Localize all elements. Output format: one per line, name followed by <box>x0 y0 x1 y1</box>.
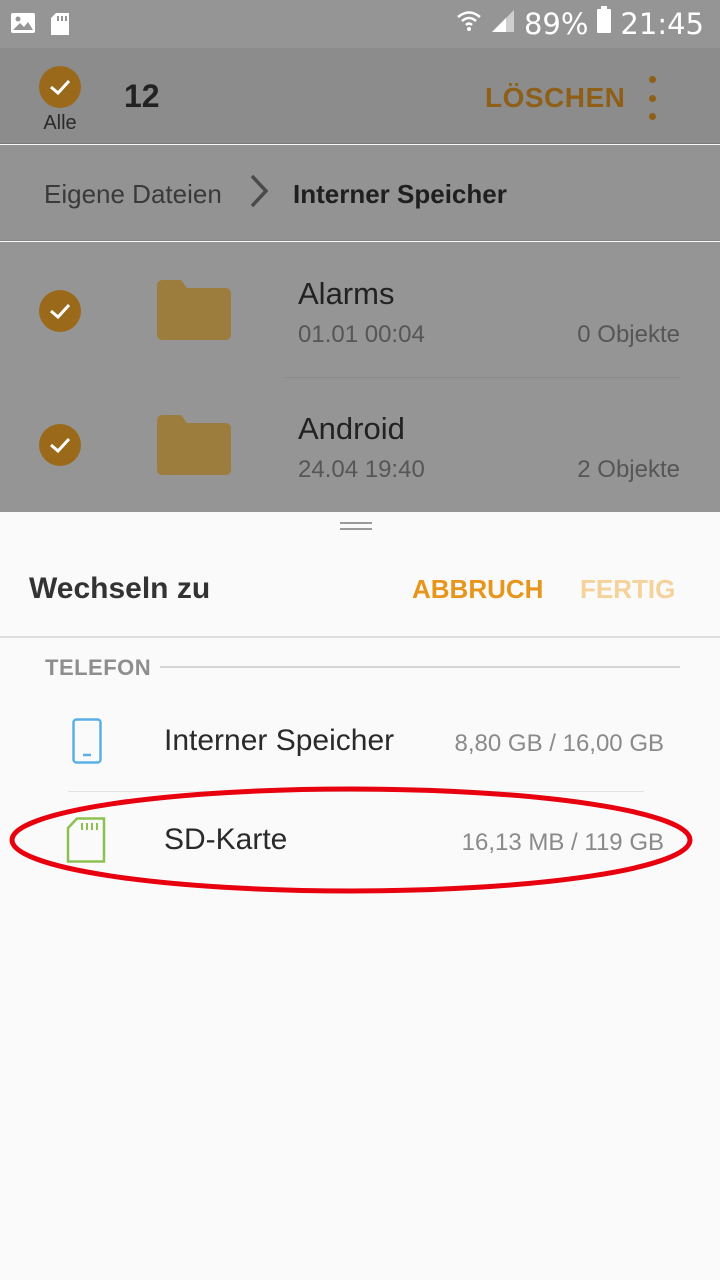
storage-size: 16,13 MB / 119 GB <box>461 829 664 856</box>
select-all-checkbox[interactable]: Alle <box>39 66 81 135</box>
file-name: Android <box>298 411 405 446</box>
section-label-telefon: TELEFON <box>45 655 152 680</box>
file-item-count: 0 Objekte <box>577 321 680 348</box>
done-button[interactable]: FERTIG <box>580 574 675 605</box>
list-item[interactable]: Android 24.04 19:40 2 Objekte <box>0 377 720 511</box>
folder-icon <box>157 280 231 340</box>
selected-count: 12 <box>124 78 160 114</box>
folder-icon <box>157 415 231 475</box>
storage-name: Interner Speicher <box>164 724 395 757</box>
select-all-label: Alle <box>43 112 77 134</box>
breadcrumb: Eigene Dateien Interner Speicher <box>0 145 720 241</box>
breadcrumb-home[interactable]: Eigene Dateien <box>44 179 222 210</box>
signal-icon <box>490 7 516 41</box>
check-icon[interactable] <box>39 290 81 332</box>
check-icon[interactable] <box>39 424 81 466</box>
row-divider <box>68 791 644 792</box>
chevron-right-icon <box>248 173 270 214</box>
file-date: 24.04 19:40 <box>298 456 425 483</box>
storage-item-sd-card[interactable]: SD-Karte 16,13 MB / 119 GB <box>0 793 720 889</box>
switch-storage-sheet: Wechseln zu ABBRUCH FERTIG TELEFON Inter… <box>0 512 720 1280</box>
breadcrumb-current: Interner Speicher <box>293 179 507 209</box>
battery-icon <box>596 6 612 41</box>
divider <box>0 636 720 638</box>
file-date: 01.01 00:04 <box>298 321 425 348</box>
status-bar: 89% 21:45 <box>0 0 720 48</box>
wifi-icon <box>456 7 482 41</box>
file-item-count: 2 Objekte <box>577 456 680 483</box>
battery-percent: 89% <box>523 6 589 41</box>
sheet-title: Wechseln zu <box>29 572 211 605</box>
storage-name: SD-Karte <box>164 823 288 856</box>
storage-size: 8,80 GB / 16,00 GB <box>454 730 664 757</box>
check-icon <box>39 66 81 108</box>
list-item[interactable]: Alarms 01.01 00:04 0 Objekte <box>0 242 720 378</box>
selection-action-bar: Alle 12 LÖSCHEN <box>0 48 720 144</box>
drag-handle[interactable] <box>340 522 372 530</box>
phone-icon <box>72 718 102 769</box>
image-icon <box>10 12 36 41</box>
more-options-icon[interactable] <box>640 76 664 120</box>
storage-item-internal[interactable]: Interner Speicher 8,80 GB / 16,00 GB <box>0 694 720 790</box>
file-name: Alarms <box>298 276 395 311</box>
sd-card-icon <box>50 12 70 41</box>
sd-card-icon <box>66 817 106 868</box>
clock: 21:45 <box>620 6 704 41</box>
file-list: Alarms 01.01 00:04 0 Objekte Android 24.… <box>0 242 720 512</box>
delete-button[interactable]: LÖSCHEN <box>485 82 625 114</box>
section-divider <box>160 666 680 668</box>
cancel-button[interactable]: ABBRUCH <box>412 574 543 605</box>
